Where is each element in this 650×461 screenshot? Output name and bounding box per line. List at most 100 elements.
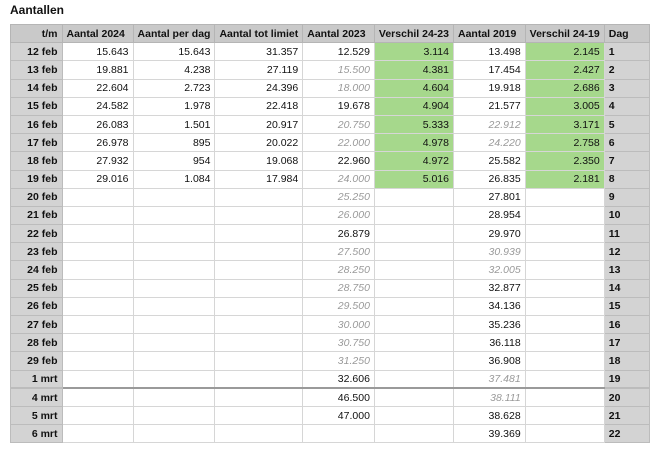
header-cell-dag: Dag [603,23,650,44]
dag-number-cell: 14 [603,278,650,298]
table-row: 25 feb 28.750 32.877 14 [10,278,650,298]
verschil-24-19-cell [524,224,605,244]
aantal-tot-limiet-cell [214,405,304,426]
row-date-label: 20 feb [10,187,63,207]
aantal-tot-limiet-cell [214,314,304,335]
dag-number-cell: 4 [603,96,650,116]
dag-number-cell: 20 [603,387,650,407]
header-cell-aantal-per-dag: Aantal per dag [132,23,216,44]
table-row: 1 mrt 32.606 37.481 19 [10,369,650,389]
verschil-24-23-cell [373,205,454,226]
row-date-label: 4 mrt [10,387,63,407]
aantal-tot-limiet-cell [214,260,304,280]
row-date-label: 15 feb [10,96,63,116]
aantal-tot-limiet-cell: 20.917 [214,114,304,135]
aantal-2023-cell: 26.000 [302,205,375,226]
verschil-24-23-cell: 5.016 [373,169,454,189]
verschil-24-23-cell: 4.381 [373,60,454,80]
aantal-2023-cell: 46.500 [302,387,375,407]
dag-number-cell: 15 [603,296,650,317]
aantal-tot-limiet-cell [214,333,304,353]
verschil-24-23-cell [373,387,454,407]
aantal-per-dag-cell [132,387,216,407]
aantal-2019-cell: 39.369 [452,424,526,444]
verschil-24-19-cell: 2.181 [524,169,605,189]
dag-number-cell: 10 [603,205,650,226]
table-row: 24 feb 28.250 32.005 13 [10,260,650,280]
row-date-label: 6 mrt [10,424,63,444]
aantal-tot-limiet-cell: 19.068 [214,151,304,171]
aantal-2024-cell: 26.978 [61,133,134,153]
header-row: t/m Aantal 2024 Aantal per dag Aantal to… [10,23,650,44]
aantal-2023-cell: 20.750 [302,114,375,135]
dag-number-cell: 3 [603,78,650,98]
aantal-2023-cell: 30.000 [302,314,375,335]
aantal-2023-cell: 19.678 [302,96,375,116]
verschil-24-19-cell [524,369,605,389]
row-date-label: 28 feb [10,333,63,353]
aantal-2024-cell [61,260,134,280]
aantal-tot-limiet-cell: 20.022 [214,133,304,153]
aantal-2023-cell: 28.750 [302,278,375,298]
aantal-2024-cell [61,369,134,389]
aantal-2019-cell: 27.801 [452,187,526,207]
aantal-per-dag-cell [132,205,216,226]
aantal-per-dag-cell: 2.723 [132,78,216,98]
aantal-tot-limiet-cell [214,424,304,444]
page-title: Aantallen [10,3,65,17]
aantal-2023-cell: 29.500 [302,296,375,317]
aantal-2019-cell: 28.954 [452,205,526,226]
header-cell-aantal-2024: Aantal 2024 [61,23,134,44]
table-row: 5 mrt 47.000 38.628 21 [10,405,650,426]
aantal-2024-cell: 22.604 [61,78,134,98]
header-cell-aantal-2023: Aantal 2023 [302,23,375,44]
aantal-2019-cell: 19.918 [452,78,526,98]
verschil-24-19-cell: 3.005 [524,96,605,116]
dag-number-cell: 1 [603,42,650,62]
aantal-2023-cell: 32.606 [302,369,375,389]
table-row: 23 feb 27.500 30.939 12 [10,242,650,262]
verschil-24-23-cell: 4.972 [373,151,454,171]
aantal-tot-limiet-cell [214,296,304,317]
aantal-2019-cell: 37.481 [452,369,526,389]
aantal-2023-cell: 26.879 [302,224,375,244]
aantal-2024-cell [61,333,134,353]
verschil-24-19-cell [524,260,605,280]
row-date-label: 14 feb [10,78,63,98]
aantal-tot-limiet-cell: 27.119 [214,60,304,80]
table-row: 4 mrt 46.500 38.111 20 [10,387,650,407]
table-row: 21 feb 26.000 28.954 10 [10,205,650,226]
aantal-tot-limiet-cell: 31.357 [214,42,304,62]
header-cell-aantal-tot-limiet: Aantal tot limiet [214,23,304,44]
aantal-per-dag-cell [132,369,216,389]
header-cell-tm: t/m [10,23,63,44]
aantal-tot-limiet-cell: 22.418 [214,96,304,116]
aantal-2023-cell: 25.250 [302,187,375,207]
verschil-24-19-cell [524,333,605,353]
row-date-label: 1 mrt [10,369,63,389]
aantal-per-dag-cell: 4.238 [132,60,216,80]
verschil-24-19-cell: 2.350 [524,151,605,171]
aantal-per-dag-cell [132,242,216,262]
aantal-2024-cell: 19.881 [61,60,134,80]
aantal-2023-cell: 30.750 [302,333,375,353]
aantallen-table: t/m Aantal 2024 Aantal per dag Aantal to… [10,23,650,444]
verschil-24-19-cell [524,242,605,262]
aantal-2023-cell: 18.000 [302,78,375,98]
aantal-2024-cell [61,387,134,407]
row-date-label: 22 feb [10,224,63,244]
row-date-label: 29 feb [10,351,63,371]
dag-number-cell: 16 [603,314,650,335]
aantal-per-dag-cell: 15.643 [132,42,216,62]
aantal-2024-cell [61,405,134,426]
aantal-2019-cell: 29.970 [452,224,526,244]
aantal-2023-cell: 24.000 [302,169,375,189]
aantal-2023-cell: 22.960 [302,151,375,171]
aantal-per-dag-cell: 1.084 [132,169,216,189]
aantal-2019-cell: 24.220 [452,133,526,153]
aantal-2024-cell [61,296,134,317]
verschil-24-19-cell: 3.171 [524,114,605,135]
dag-number-cell: 22 [603,424,650,444]
table-row: 29 feb 31.250 36.908 18 [10,351,650,371]
table-row: 28 feb 30.750 36.118 17 [10,333,650,353]
